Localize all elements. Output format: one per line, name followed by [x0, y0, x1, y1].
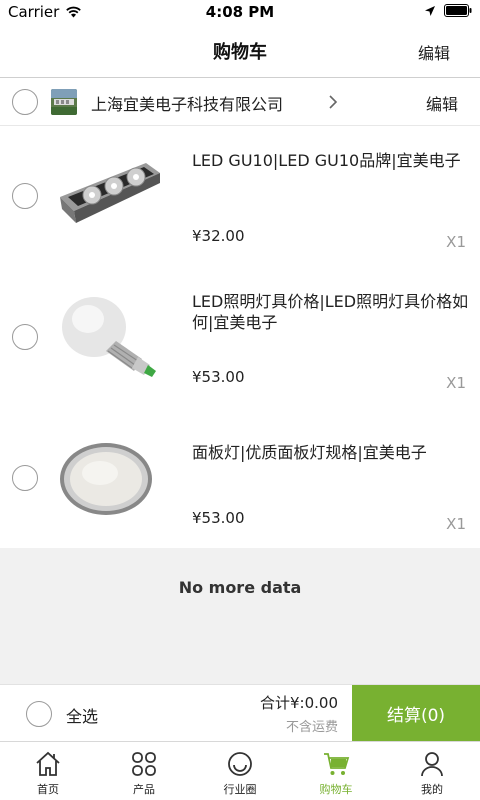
tab-products[interactable]: 产品: [96, 742, 192, 800]
item-qty: X1: [446, 233, 466, 251]
shipping-note: 不含运费: [285, 720, 338, 735]
cart-item[interactable]: LED照明灯具价格|LED照明灯具价格如何|宜美电子 ¥53.00 X1: [0, 267, 480, 408]
item-title[interactable]: LED照明灯具价格|LED照明灯具价格如何|宜美电子: [192, 291, 470, 333]
nav-edit-button[interactable]: 编辑: [418, 40, 450, 64]
shop-name[interactable]: 上海宜美电子科技有限公司: [91, 91, 283, 115]
tab-label: 行业圈: [223, 783, 257, 796]
select-all-radio[interactable]: [26, 701, 52, 727]
tab-label: 购物车: [319, 783, 353, 796]
shop-row: 上海宜美电子科技有限公司 编辑: [0, 79, 480, 126]
tab-cart[interactable]: 购物车: [288, 742, 384, 800]
item-select-radio[interactable]: [12, 465, 38, 491]
person-icon: [421, 752, 443, 777]
status-right: [424, 4, 472, 17]
shop-select-radio[interactable]: [12, 89, 38, 115]
item-select-radio[interactable]: [12, 183, 38, 209]
shop-logo-icon: [51, 89, 77, 115]
tab-mine[interactable]: 我的: [384, 742, 480, 800]
home-icon: [36, 751, 60, 776]
led-bulb-image: [62, 297, 156, 377]
item-title[interactable]: 面板灯|优质面板灯规格|宜美电子: [192, 442, 470, 463]
total-label: 合计¥:0.00: [260, 694, 338, 712]
no-more-section: No more data: [0, 548, 480, 684]
item-price: ¥32.00: [192, 227, 245, 245]
tab-bar: 首页 产品 行业圈 购物车 我的: [0, 741, 480, 800]
cart-item[interactable]: LED GU10|LED GU10品牌|宜美电子 ¥32.00 X1: [0, 126, 480, 267]
item-qty: X1: [446, 374, 466, 392]
status-bar: Carrier 4:08 PM: [0, 0, 480, 24]
tab-label: 首页: [37, 783, 59, 796]
tab-home[interactable]: 首页: [0, 742, 96, 800]
item-qty: X1: [446, 515, 466, 533]
select-all-label[interactable]: 全选: [66, 703, 98, 727]
grid-icon: [132, 752, 156, 776]
cart-item[interactable]: 面板灯|优质面板灯规格|宜美电子 ¥53.00 X1: [0, 408, 480, 549]
chevron-right-icon[interactable]: [327, 92, 339, 112]
round-panel-light-image: [60, 443, 152, 515]
nav-bar: 购物车 编辑: [0, 24, 480, 78]
smiley-icon: [228, 752, 252, 776]
item-price: ¥53.00: [192, 368, 245, 386]
item-title[interactable]: LED GU10|LED GU10品牌|宜美电子: [192, 150, 470, 171]
no-more-text: No more data: [178, 578, 302, 597]
status-time: 4:08 PM: [205, 3, 275, 21]
item-select-radio[interactable]: [12, 324, 38, 350]
checkout-bar: 全选 合计¥:0.00 不含运费 结算(0): [0, 684, 480, 742]
tab-industry[interactable]: 行业圈: [192, 742, 288, 800]
item-price: ¥53.00: [192, 509, 245, 527]
battery-icon: [444, 4, 472, 17]
page-title: 购物车: [213, 42, 267, 63]
grille-led-lamp-image: [60, 163, 160, 223]
shop-edit-button[interactable]: 编辑: [426, 91, 458, 115]
tab-label: 产品: [133, 783, 155, 796]
tab-label: 我的: [421, 783, 443, 796]
location-arrow-icon: [425, 5, 435, 16]
cart-icon: [324, 753, 350, 775]
checkout-button[interactable]: 结算(0): [352, 685, 480, 742]
